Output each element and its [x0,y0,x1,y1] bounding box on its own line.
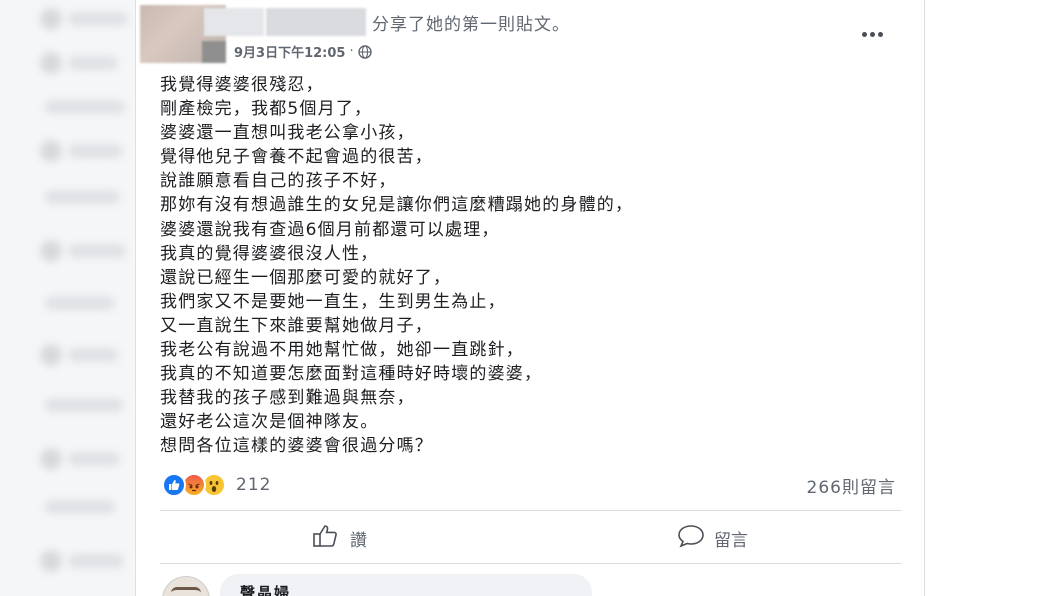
post-text-line: 婆婆還說我有查過6個月前都還可以處理， [160,219,500,240]
author-name-blurred[interactable] [204,8,264,36]
post-timestamp[interactable]: 9月3日下午12:05 [234,42,345,61]
speech-bubble-icon [676,524,706,553]
comment-bubble: 聲晶婦 [220,574,592,596]
post-text-line: 想問各位這樣的婆婆會很過分嗎？ [160,436,433,457]
post-card: 分享了她的第一則貼文。 9月3日下午12:05 · 我覺得婆婆很殘忍， 剛產檢完，… [135,0,925,596]
post-text-line: 還說已經生一個那麼可愛的就好了， [160,267,452,288]
more-icon[interactable] [854,22,890,46]
post-text-line: 那妳有沒有想過誰生的女兒是讓你們這麼糟蹋她的身體的， [160,195,634,216]
comment-author-name[interactable]: 聲晶婦 [240,582,291,596]
post-text-line: 婆婆還一直想叫我老公拿小孩， [160,123,415,144]
shared-post-text: 分享了她的第一則貼文。 [372,15,570,35]
post-meta: 9月3日下午12:05 · [234,42,372,61]
blurred-feed-background [0,0,135,596]
reactions-summary[interactable]: 212 [162,472,271,498]
post-body-text: 我覺得婆婆很殘忍， 剛產檢完，我都5個月了， 婆婆還一直想叫我老公拿小孩， 覺得他兒子… [160,73,900,459]
like-button-label: 讚 [350,531,367,551]
comment-button-label: 留言 [714,531,748,551]
post-text-line: 剛產檢完，我都5個月了， [160,99,373,120]
post-text-line: 我們家又不是要她一直生，生到男生為止， [160,291,506,312]
post-text-line: 覺得他兒子會養不起會過的很苦， [160,147,433,168]
divider [160,563,902,564]
like-button[interactable]: 讚 [312,524,367,553]
post-header: 分享了她的第一則貼文。 9月3日下午12:05 · [136,0,926,70]
meta-separator: · [349,44,354,59]
right-background [925,0,1060,596]
thumbs-up-icon [312,524,342,553]
author-name-blurred-2 [266,8,366,36]
post-text-line: 說誰願意看自己的孩子不好， [160,171,397,192]
screenshot-stage: 分享了她的第一則貼文。 9月3日下午12:05 · 我覺得婆婆很殘忍， 剛產檢完，… [0,0,1060,596]
post-text-line: 又一直說生下來誰要幫她做月子， [160,315,433,336]
divider [160,510,902,511]
post-text-line: 我真的覺得婆婆很沒人性， [160,243,379,264]
post-text-line: 我覺得婆婆很殘忍， [160,75,324,95]
post-text-line: 還好老公這次是個神隊友。 [160,412,379,433]
like-icon [162,473,186,497]
comments-count[interactable]: 266則留言 [807,473,896,498]
post-text-line: 我替我的孩子感到難過與無奈， [160,388,415,409]
post-text-line: 我老公有說過不用她幫忙做，她卻一直跳針， [160,340,524,361]
comment-button[interactable]: 留言 [676,524,748,553]
post-text-line: 我真的不知道要怎麼面對這種時好時壞的婆婆， [160,364,543,385]
commenter-avatar[interactable] [162,576,210,596]
reaction-count[interactable]: 212 [236,475,271,495]
globe-icon[interactable] [357,44,372,59]
